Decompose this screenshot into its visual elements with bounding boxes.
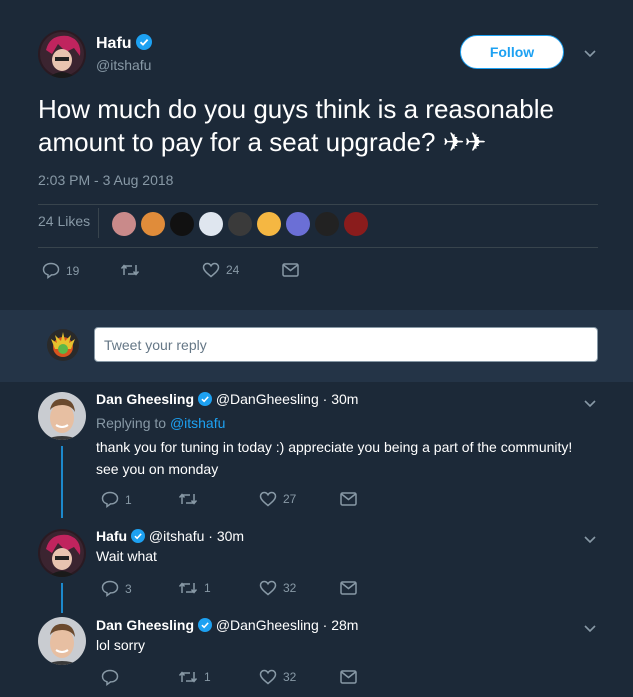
reply-count: 19 bbox=[66, 263, 80, 278]
reply-action[interactable]: 1 bbox=[101, 491, 132, 508]
reply-time[interactable]: · 30m bbox=[323, 391, 359, 407]
chevron-down-icon[interactable] bbox=[583, 396, 597, 414]
replying-to-link[interactable]: @itshafu bbox=[170, 415, 225, 431]
reply-count: 1 bbox=[125, 492, 132, 507]
chevron-down-icon[interactable] bbox=[583, 46, 597, 64]
reply-header: Dan Gheesling @DanGheesling · 28m bbox=[96, 617, 358, 635]
user-avatar[interactable] bbox=[47, 329, 79, 361]
main-tweet: Hafu @itshafu Follow How much do you guy… bbox=[0, 0, 633, 310]
direct-message-action[interactable] bbox=[340, 492, 357, 506]
dan-avatar[interactable] bbox=[38, 617, 86, 665]
author-handle[interactable]: @itshafu bbox=[96, 57, 151, 73]
envelope-icon bbox=[340, 670, 357, 684]
retweet-action[interactable] bbox=[120, 262, 146, 278]
retweet-action[interactable]: 1 bbox=[178, 580, 211, 596]
reply-header: Hafu @itshafu · 30m bbox=[96, 528, 244, 546]
divider bbox=[38, 247, 598, 248]
replying-to-prefix: Replying to bbox=[96, 415, 170, 431]
like-action[interactable]: 32 bbox=[259, 669, 296, 685]
retweet-icon bbox=[178, 582, 198, 594]
verified-icon bbox=[197, 618, 212, 635]
reply-time[interactable]: · 30m bbox=[208, 528, 244, 544]
verified-icon bbox=[131, 529, 146, 546]
heart-icon bbox=[202, 262, 220, 278]
likes-count[interactable]: 24 Likes bbox=[38, 213, 90, 229]
tweet-text-content: How much do you guys think is a reasonab… bbox=[38, 94, 554, 157]
reply-icon bbox=[101, 669, 119, 686]
reply-author-handle[interactable]: @itshafu bbox=[149, 528, 204, 544]
author-name-text[interactable]: Hafu bbox=[96, 35, 132, 52]
retweet-icon bbox=[178, 671, 198, 683]
heart-icon bbox=[259, 669, 277, 685]
liker-avatar[interactable] bbox=[257, 212, 281, 236]
reply-text: lol sorry bbox=[96, 637, 146, 653]
direct-message-action[interactable] bbox=[340, 581, 357, 595]
retweet-icon bbox=[178, 493, 198, 505]
reply-time[interactable]: · 28m bbox=[323, 617, 359, 633]
direct-message-action[interactable] bbox=[282, 263, 299, 277]
heart-icon bbox=[259, 580, 277, 596]
author-name[interactable]: Hafu bbox=[96, 34, 153, 55]
like-count: 27 bbox=[283, 492, 297, 506]
retweet-count: 1 bbox=[204, 581, 211, 595]
tweet-timestamp[interactable]: 2:03 PM - 3 Aug 2018 bbox=[38, 172, 173, 188]
tweet-text: How much do you guys think is a reasonab… bbox=[38, 93, 598, 159]
retweet-action[interactable]: 1 bbox=[178, 669, 211, 685]
liker-avatar[interactable] bbox=[112, 212, 136, 236]
follow-button[interactable]: Follow bbox=[460, 35, 564, 69]
likes-row: 24 Likes bbox=[38, 204, 598, 240]
hafu-avatar[interactable] bbox=[38, 529, 86, 577]
thread-line bbox=[61, 583, 63, 613]
reply-author-name[interactable]: Dan Gheesling bbox=[96, 391, 194, 407]
reply-author-handle[interactable]: @DanGheesling bbox=[216, 617, 319, 633]
like-action[interactable]: 27 bbox=[259, 491, 296, 507]
retweet-count: 1 bbox=[204, 670, 211, 684]
like-action[interactable]: 32 bbox=[259, 580, 296, 596]
retweet-action[interactable] bbox=[178, 491, 204, 507]
reply-author-handle[interactable]: @DanGheesling bbox=[216, 391, 319, 407]
verified-icon bbox=[136, 34, 153, 55]
liker-avatar[interactable] bbox=[228, 212, 252, 236]
like-action[interactable]: 24 bbox=[202, 262, 239, 278]
liker-avatar[interactable] bbox=[170, 212, 194, 236]
retweet-icon bbox=[120, 264, 140, 276]
like-count: 32 bbox=[283, 670, 297, 684]
direct-message-action[interactable] bbox=[340, 670, 357, 684]
reply-input[interactable]: Tweet your reply bbox=[94, 327, 598, 362]
liker-avatar[interactable] bbox=[141, 212, 165, 236]
like-count: 32 bbox=[283, 581, 297, 595]
like-count: 24 bbox=[226, 263, 240, 277]
reply-count: 3 bbox=[125, 581, 132, 596]
reply-icon bbox=[101, 491, 119, 508]
dan-avatar[interactable] bbox=[38, 392, 86, 440]
replying-to: Replying to @itshafu bbox=[96, 415, 225, 431]
reply-icon bbox=[101, 580, 119, 597]
reply-action[interactable] bbox=[101, 669, 125, 686]
reply-header: Dan Gheesling @DanGheesling · 30m bbox=[96, 391, 358, 409]
envelope-icon bbox=[282, 263, 299, 277]
envelope-icon bbox=[340, 581, 357, 595]
thread-line bbox=[61, 446, 63, 518]
reply-author-name[interactable]: Dan Gheesling bbox=[96, 617, 194, 633]
liker-avatar[interactable] bbox=[199, 212, 223, 236]
reply-text: thank you for tuning in today :) appreci… bbox=[96, 439, 573, 477]
liker-avatar[interactable] bbox=[286, 212, 310, 236]
likes-divider bbox=[98, 208, 99, 238]
reply-action[interactable]: 19 bbox=[42, 262, 79, 279]
reply-action[interactable]: 3 bbox=[101, 580, 132, 597]
reply-text: Wait what bbox=[96, 548, 157, 564]
liker-avatar[interactable] bbox=[315, 212, 339, 236]
envelope-icon bbox=[340, 492, 357, 506]
reply-author-name[interactable]: Hafu bbox=[96, 528, 127, 544]
reply-icon bbox=[42, 262, 60, 279]
heart-icon bbox=[259, 491, 277, 507]
liker-avatar[interactable] bbox=[344, 212, 368, 236]
hafu-avatar[interactable] bbox=[38, 30, 86, 78]
verified-icon bbox=[197, 392, 212, 409]
